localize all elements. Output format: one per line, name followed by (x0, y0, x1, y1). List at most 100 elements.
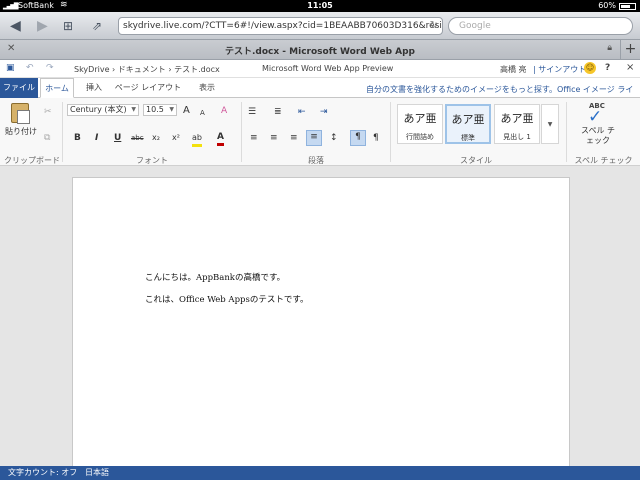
search-field[interactable]: Google (448, 17, 633, 35)
style-sample: あア亜 (500, 112, 534, 125)
right-to-left-icon[interactable]: ¶ (373, 132, 379, 144)
spelling-checkmark-icon: ✓ (588, 107, 603, 127)
user-name: 高橋 亮 (500, 65, 527, 74)
paste-clipboard-icon[interactable] (11, 103, 30, 124)
app-title: Microsoft Word Web App Preview (262, 64, 394, 73)
chevron-down-icon: ▼ (131, 106, 136, 113)
battery-icon (619, 3, 636, 10)
breadcrumb-documents[interactable]: ドキュメント (118, 65, 166, 74)
italic-button[interactable]: I (95, 132, 98, 144)
cut-scissors-icon[interactable]: ✂ (44, 106, 52, 118)
tab-file[interactable]: ファイル (0, 78, 38, 98)
breadcrumb-skydrive[interactable]: SkyDrive (74, 65, 110, 74)
align-right-icon[interactable]: ≡ (290, 132, 298, 144)
style-heading-1[interactable]: あア亜 見出し 1 (494, 104, 540, 144)
group-divider (390, 102, 391, 162)
chevron-down-icon: ▼ (169, 106, 174, 113)
spell-check-button[interactable]: スペル チェック (578, 126, 618, 146)
subscript-button[interactable]: x₂ (152, 132, 160, 144)
tab-insert[interactable]: 挿入 (80, 78, 108, 98)
font-name-select[interactable]: Century (本文) ▼ (67, 104, 139, 116)
justify-align-icon[interactable]: ≡ (306, 130, 322, 146)
styles-group-label: スタイル (460, 156, 492, 165)
shrink-font-icon[interactable]: A (200, 107, 205, 119)
group-divider (241, 102, 242, 162)
styles-more-dropdown[interactable]: ▼ (541, 104, 559, 144)
ios-status-bar: ▂▄▆█ SoftBank ≋ 11:05 60% (0, 0, 640, 12)
help-icon[interactable]: ? (605, 63, 610, 73)
url-text: skydrive.live.com/?CTT=6#!/view.aspx?cid… (123, 21, 443, 31)
style-normal[interactable]: あア亜 標準 (445, 104, 491, 144)
battery-percentage: 60% (598, 1, 616, 10)
document-page[interactable]: こんにちは。AppBankの高橋です。 これは、Office Web Appsの… (72, 177, 570, 466)
tab-home[interactable]: ホーム (40, 78, 74, 98)
superscript-button[interactable]: x² (172, 132, 180, 144)
tab-page-layout[interactable]: ページ レイアウト (112, 78, 184, 98)
office-app-bar: ▣ ↶ ↷ SkyDrive › ドキュメント › テスト.docx Micro… (0, 60, 640, 78)
spelling-group-label: スペル チェック (574, 156, 633, 165)
share-action-icon[interactable]: ⇗ (92, 17, 102, 35)
clipboard-group-label: クリップボード (4, 156, 60, 165)
tab-view[interactable]: 表示 (192, 78, 222, 98)
browser-tab-bar: ✕ テスト.docx - Microsoft Word Web App 🔒︎ + (0, 40, 640, 60)
paragraph-group-label: 段落 (308, 156, 324, 165)
clock: 11:05 (307, 1, 333, 10)
breadcrumb: SkyDrive › ドキュメント › テスト.docx (74, 64, 220, 75)
office-images-promo-link[interactable]: 自分の文書を強化するためのイメージをもっと探す。Office イメージ ライ (366, 84, 634, 95)
back-arrow-icon[interactable]: ◀ (10, 17, 21, 35)
sign-out-link[interactable]: | サインアウト (533, 64, 586, 75)
align-center-icon[interactable]: ≡ (270, 132, 278, 144)
word-status-bar: 文字カウント: オフ 日本語 (0, 466, 640, 480)
left-to-right-icon[interactable]: ¶ (350, 130, 366, 146)
style-sample: あア亜 (403, 112, 437, 125)
bookmarks-book-icon[interactable]: ⊞ (63, 17, 73, 35)
align-left-icon[interactable]: ≡ (250, 132, 258, 144)
chevron-down-icon: ▼ (547, 121, 553, 128)
new-tab-button[interactable]: + (620, 40, 640, 60)
line-spacing-icon[interactable]: ↕ (330, 132, 338, 144)
ribbon-tabs: ファイル ホーム 挿入 ページ レイアウト 表示 自分の文書を強化するためのイメ… (0, 78, 640, 98)
redo-icon[interactable]: ↷ (46, 63, 54, 73)
save-icon[interactable]: ▣ (6, 63, 15, 73)
strikethrough-button[interactable]: abc (131, 132, 144, 144)
forward-arrow-icon[interactable]: ▶ (37, 17, 48, 35)
style-no-spacing[interactable]: あア亜 行間詰め (397, 104, 443, 144)
language-status[interactable]: 日本語 (85, 466, 109, 480)
lock-icon: 🔒︎ (607, 43, 612, 53)
style-name: 標準 (461, 134, 475, 142)
clear-formatting-icon[interactable]: A (221, 105, 227, 117)
document-canvas: こんにちは。AppBankの高橋です。 これは、Office Web Appsの… (0, 166, 640, 466)
style-name: 行間詰め (406, 133, 434, 141)
font-size-select[interactable]: 10.5 ▼ (143, 104, 177, 116)
bold-button[interactable]: B (74, 132, 81, 144)
group-divider (566, 102, 567, 162)
numbered-list-icon[interactable]: ≣ (274, 106, 282, 118)
font-name-value: Century (本文) (70, 105, 127, 114)
sign-out-label: サインアウト (538, 65, 587, 74)
ribbon-home: 貼り付け ✂ ⧉ クリップボード Century (本文) ▼ 10.5 ▼ A… (0, 98, 640, 166)
underline-button[interactable]: U (114, 132, 121, 144)
document-paragraph[interactable]: これは、Office Web Appsのテストです。 (145, 293, 308, 305)
font-color-button[interactable]: A (217, 131, 224, 146)
highlight-color-button[interactable]: ab (192, 132, 202, 147)
undo-icon[interactable]: ↶ (26, 63, 34, 73)
decrease-indent-icon[interactable]: ⇤ (298, 106, 306, 118)
group-divider (62, 102, 63, 162)
tab-title[interactable]: テスト.docx - Microsoft Word Web App (0, 44, 640, 57)
breadcrumb-file: テスト.docx (174, 65, 220, 74)
font-size-value: 10.5 (146, 105, 164, 114)
document-paragraph[interactable]: こんにちは。AppBankの高橋です。 (145, 271, 285, 283)
bullets-list-icon[interactable]: ☰ (248, 106, 256, 118)
style-name: 見出し 1 (503, 133, 531, 141)
copy-icon[interactable]: ⧉ (44, 132, 50, 144)
paste-button[interactable]: 貼り付け (5, 126, 37, 138)
reload-icon[interactable]: ↻ (430, 18, 438, 34)
close-icon[interactable]: × (626, 62, 634, 73)
font-group-label: フォント (136, 156, 168, 165)
address-bar[interactable]: skydrive.live.com/?CTT=6#!/view.aspx?cid… (118, 17, 443, 35)
browser-toolbar: ◀ ▶ ⊞ ⇗ skydrive.live.com/?CTT=6#!/view.… (0, 12, 640, 40)
feedback-smiley-icon[interactable]: ☺ (584, 62, 596, 74)
grow-font-icon[interactable]: A (183, 105, 190, 117)
word-count-status[interactable]: 文字カウント: オフ (8, 466, 77, 480)
increase-indent-icon[interactable]: ⇥ (320, 106, 328, 118)
